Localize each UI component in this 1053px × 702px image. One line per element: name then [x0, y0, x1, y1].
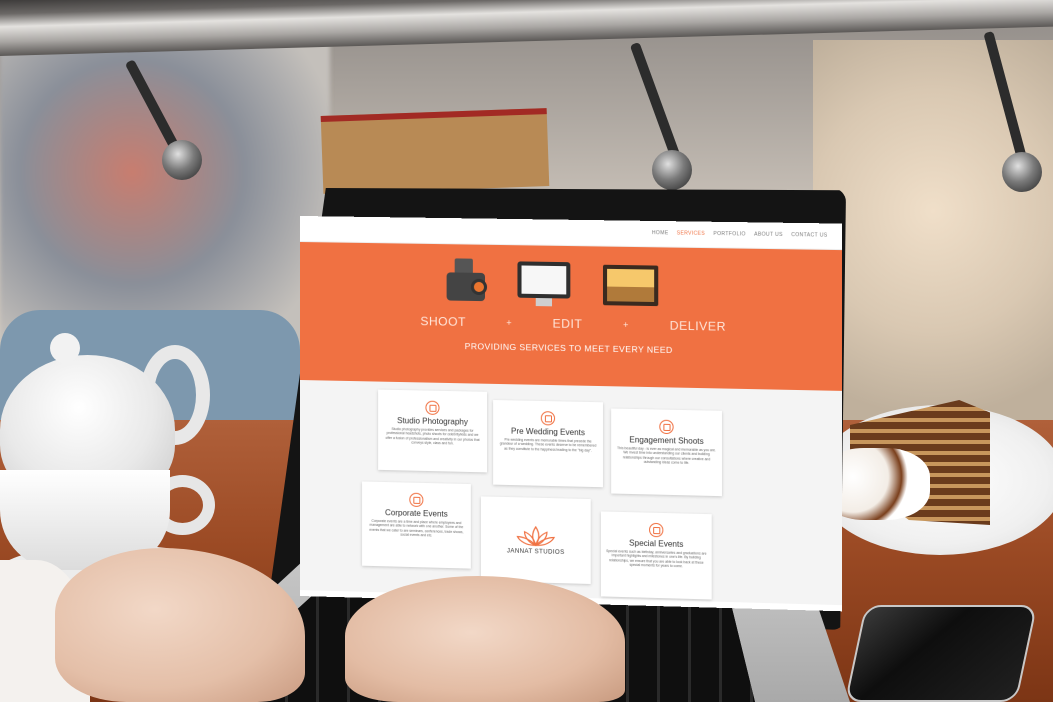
smartphone	[844, 605, 1038, 702]
heart-camera-icon	[659, 419, 674, 435]
service-description: Pre-wedding events are memorable times t…	[499, 437, 597, 453]
step-shoot: SHOOT	[420, 314, 466, 330]
railing-light	[1002, 152, 1042, 192]
hero-banner: SHOOT + EDIT + DELIVER PROVIDING SERVICE…	[300, 242, 843, 391]
nav-item-portfolio[interactable]: PORTFOLIO	[713, 231, 745, 238]
teapot-lid	[50, 333, 80, 363]
hero-icons	[446, 258, 692, 318]
background-right-blur	[813, 40, 1053, 420]
service-card-pre-wedding-events[interactable]: Pre Wedding Events Pre-wedding events ar…	[493, 400, 603, 488]
nav-item-services[interactable]: SERVICES	[677, 230, 705, 236]
nav-item-contact-us[interactable]: CONTACT US	[791, 232, 827, 239]
brand-logo-card: JANNAT STUDIOS	[480, 496, 591, 584]
hero-tagline: PROVIDING SERVICES TO MEET EVERY NEED	[464, 341, 673, 356]
menu-card	[320, 108, 550, 194]
nav-item-home[interactable]: HOME	[652, 230, 669, 236]
service-description: Studio photography provides services and…	[385, 426, 480, 446]
lotus-logo-icon	[515, 524, 556, 547]
right-hand	[345, 576, 625, 702]
camera-icon	[425, 400, 440, 415]
calendar-icon	[649, 522, 664, 538]
monitor-icon	[447, 258, 692, 307]
railing-light	[652, 150, 692, 190]
step-edit: EDIT	[552, 316, 583, 332]
nav-menu: HOME SERVICES PORTFOLIO ABOUT US CONTACT…	[652, 230, 828, 239]
service-description: Special events such as birthday, anniver…	[606, 549, 707, 569]
service-title: Engagement Shoots	[629, 435, 704, 446]
service-card-corporate-events[interactable]: Corporate Events Corporate events are a …	[362, 481, 471, 569]
step-plus: +	[622, 319, 629, 330]
step-deliver: DELIVER	[669, 318, 727, 334]
camera-icon	[446, 258, 692, 302]
briefcase-icon	[409, 492, 424, 508]
service-title: Pre Wedding Events	[510, 426, 586, 438]
laptop-screen: HOME SERVICES PORTFOLIO ABOUT US CONTACT…	[300, 216, 843, 612]
service-title: Special Events	[629, 538, 684, 549]
rings-icon	[540, 411, 556, 426]
service-card-special-events[interactable]: Special Events Special events such as bi…	[600, 511, 712, 600]
service-title: Studio Photography	[397, 416, 468, 427]
nav-item-about-us[interactable]: ABOUT US	[754, 232, 783, 239]
picture-frame-icon	[447, 258, 692, 307]
service-description: Corporate events are a time and place wh…	[369, 518, 464, 538]
railing-arm	[629, 41, 681, 159]
service-title: Corporate Events	[385, 508, 448, 519]
brand-logo-text: JANNAT STUDIOS	[506, 548, 565, 556]
step-plus: +	[506, 317, 513, 328]
railing-light	[162, 140, 202, 180]
service-card-engagement-shoots[interactable]: Engagement Shoots This beautiful day - i…	[611, 408, 722, 497]
service-description: This beautiful day - is ever as magical …	[617, 446, 716, 465]
services-section: Studio Photography Studio photography pr…	[300, 380, 843, 606]
service-card-studio-photography[interactable]: Studio Photography Studio photography pr…	[378, 389, 488, 473]
